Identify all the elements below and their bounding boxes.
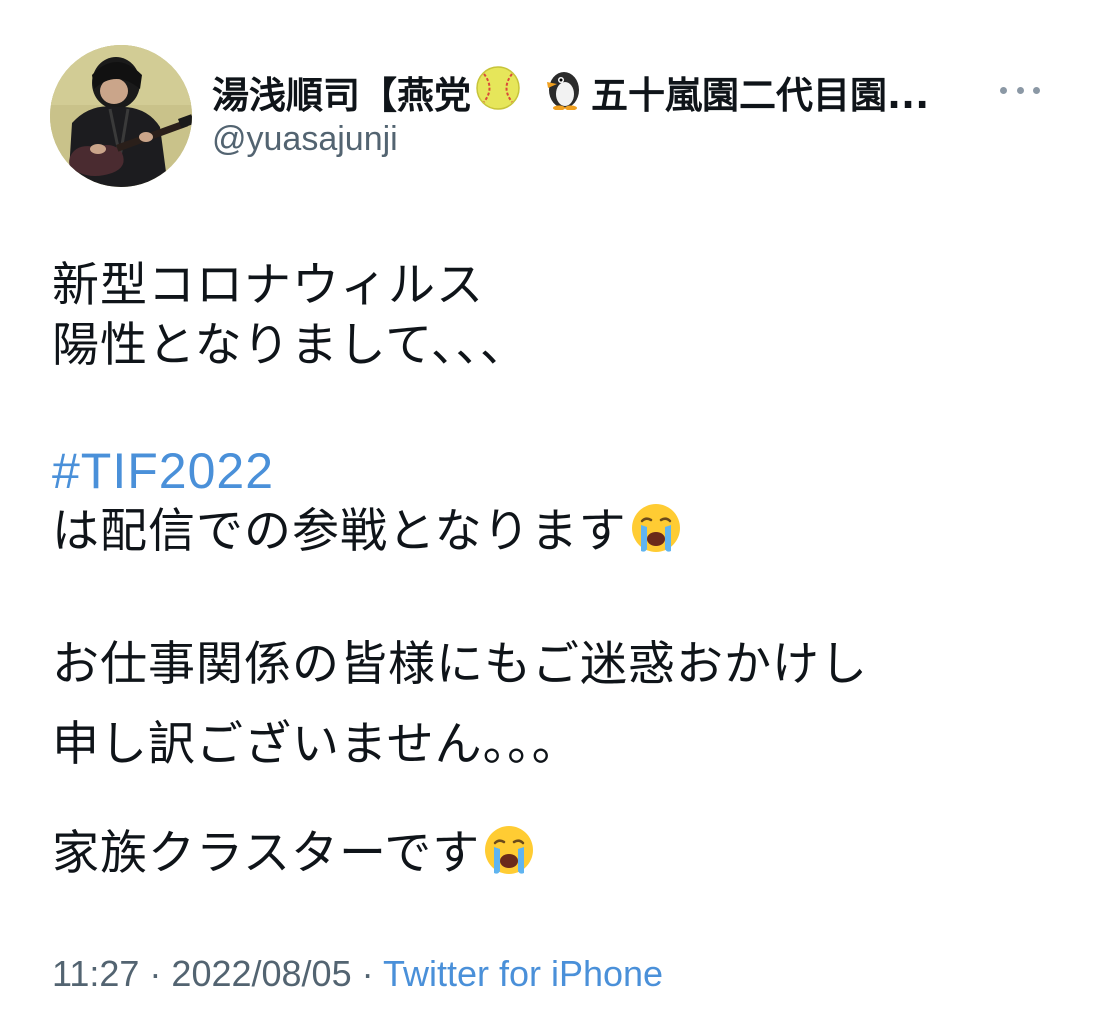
tweet-line-4-text: は配信での参戦となります xyxy=(52,504,627,559)
tweet-text-block-3: お仕事関係の皆様にもご迷惑おかけし 申し訳ございません。。。 xyxy=(52,635,868,775)
tweet-line-6: 申し訳ございません。。。 xyxy=(52,717,580,772)
meta-separator: · xyxy=(351,953,383,994)
display-name-part1: 湯浅順司【燕党 xyxy=(212,74,471,117)
display-name[interactable]: 湯浅順司【燕党 五十嵐園二代目園... xyxy=(212,66,972,118)
tweet-text-block-4: 家族クラスターです xyxy=(52,823,536,883)
avatar[interactable] xyxy=(50,45,192,187)
tweet-line-1: 新型コロナウィルス xyxy=(52,258,484,313)
tweet-line-2: 陽性となりまして、、、 xyxy=(52,318,528,373)
tweet-text: 新型コロナウィルス 陽性となりまして、、、 xyxy=(52,256,528,376)
tweet: 湯浅順司【燕党 五十嵐園二代目園... @yuasajunji 新型コロナウィル… xyxy=(0,0,1094,1024)
tweet-source-link[interactable]: Twitter for iPhone xyxy=(383,953,663,994)
tweet-line-4: は配信での参戦となります xyxy=(52,501,683,561)
avatar-image xyxy=(50,45,192,187)
penguin-icon xyxy=(543,66,585,118)
tweet-metadata: 11:27 · 2022/08/05 · Twitter for iPhone xyxy=(52,953,663,995)
more-options-icon[interactable] xyxy=(1000,78,1040,102)
softball-icon xyxy=(475,66,521,118)
tweet-line-7: 家族クラスターです xyxy=(52,823,536,883)
crying-face-icon xyxy=(629,501,683,570)
user-handle[interactable]: @yuasajunji xyxy=(212,120,398,159)
display-name-part2: 五十嵐園二代目園... xyxy=(591,74,930,117)
meta-separator: · xyxy=(139,953,172,994)
tweet-date[interactable]: 2022/08/05 xyxy=(171,953,351,994)
hashtag-link[interactable]: #TIF2022 xyxy=(52,441,683,501)
tweet-time[interactable]: 11:27 xyxy=(52,953,139,994)
tweet-line-7-text: 家族クラスターです xyxy=(52,826,481,881)
tweet-text-block-2: #TIF2022 は配信での参戦となります xyxy=(52,441,683,561)
crying-face-icon xyxy=(482,823,536,892)
tweet-line-5: お仕事関係の皆様にもご迷惑おかけし xyxy=(52,637,868,692)
